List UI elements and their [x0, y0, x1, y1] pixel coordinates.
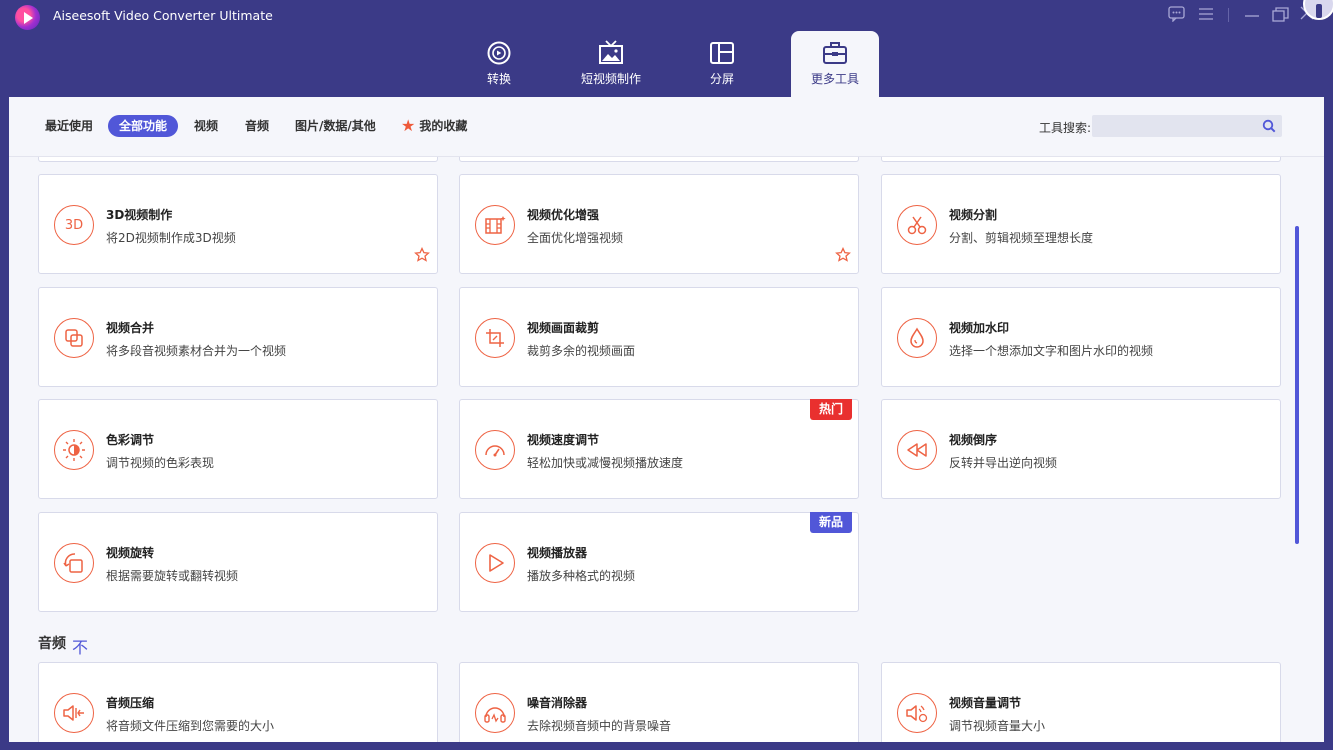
watermark-icon: [897, 318, 937, 358]
search-label: 工具搜索:: [1039, 121, 1092, 135]
filter-video[interactable]: 视频: [183, 115, 229, 137]
tool-card-color-correction[interactable]: 色彩调节 调节视频的色彩表现: [38, 399, 438, 499]
filter-recent[interactable]: 最近使用: [34, 115, 104, 137]
tool-desc: 分割、剪辑视频至理想长度: [949, 231, 1094, 245]
star-icon: ★: [401, 116, 416, 135]
filter-all[interactable]: 全部功能: [108, 115, 179, 137]
tool-title: 视频画面裁剪: [527, 321, 600, 335]
tool-card-video-player[interactable]: 新品 视频播放器 播放多种格式的视频: [459, 512, 859, 612]
hot-badge: 热门: [809, 399, 852, 420]
tool-desc: 调节视频的色彩表现: [106, 456, 215, 470]
tool-card-partial[interactable]: [38, 157, 438, 162]
play-icon: [475, 543, 515, 583]
tab-convert[interactable]: 转换: [455, 31, 543, 97]
filter-bar: 最近使用 全部功能 视频 音频 图片/数据/其他 ★ 我的收藏 工具搜索:: [9, 97, 1324, 157]
filter-favorites-label: 我的收藏: [419, 119, 468, 133]
tool-card-partial[interactable]: [881, 157, 1281, 162]
favorite-star-icon[interactable]: [414, 247, 430, 263]
favorite-star-icon[interactable]: [835, 247, 851, 263]
menu-icon[interactable]: [1198, 7, 1214, 21]
tool-title: 视频加水印: [949, 321, 1010, 335]
tab-mv[interactable]: 短视频制作: [567, 31, 655, 97]
maximize-icon[interactable]: [1272, 7, 1289, 22]
noise-icon: [475, 693, 515, 733]
color-icon: [54, 430, 94, 470]
tab-collage-label: 分屏: [709, 72, 734, 86]
feedback-icon[interactable]: [1168, 6, 1185, 22]
enhance-icon: [475, 205, 515, 245]
tool-desc: 将音频文件压缩到您需要的大小: [106, 719, 275, 733]
crop-icon: [475, 318, 515, 358]
tab-mv-label: 短视频制作: [580, 72, 641, 86]
tool-desc: 裁剪多余的视频画面: [527, 344, 636, 358]
tool-card-video-merger[interactable]: 视频合并 将多段音视频素材合并为一个视频: [38, 287, 438, 387]
tool-title: 视频播放器: [527, 546, 588, 560]
tool-card-video-reverser[interactable]: 视频倒序 反转并导出逆向视频: [881, 399, 1281, 499]
scrollbar-thumb[interactable]: [1295, 226, 1299, 544]
search-input[interactable]: [1092, 115, 1282, 137]
tool-title: 视频旋转: [106, 546, 155, 560]
filter-audio[interactable]: 音频: [234, 115, 280, 137]
collapse-icon[interactable]: 不: [72, 634, 88, 658]
tool-title: 视频速度调节: [527, 433, 600, 447]
tool-title: 视频分割: [949, 208, 998, 222]
window-controls-divider: [1228, 8, 1229, 22]
tool-card-noise-remover[interactable]: 噪音消除器 去除视频音频中的背景噪音: [459, 662, 859, 742]
tool-desc: 选择一个想添加文字和图片水印的视频: [949, 344, 1154, 358]
app-title: Aiseesoft Video Converter Ultimate: [53, 8, 273, 23]
tool-card-speed-controller[interactable]: 热门 视频速度调节 轻松加快或减慢视频播放速度: [459, 399, 859, 499]
tab-toolbox[interactable]: 更多工具: [791, 31, 879, 97]
tool-desc: 轻松加快或减慢视频播放速度: [527, 456, 684, 470]
tool-desc: 去除视频音频中的背景噪音: [527, 719, 672, 733]
tool-desc: 反转并导出逆向视频: [949, 456, 1058, 470]
tool-desc: 将多段音视频素材合并为一个视频: [106, 344, 287, 358]
filter-image-data-other[interactable]: 图片/数据/其他: [284, 115, 387, 137]
audio-compress-icon: [54, 693, 94, 733]
tool-title: 视频倒序: [949, 433, 998, 447]
volume-icon: [897, 693, 937, 733]
tab-toolbox-label: 更多工具: [810, 72, 859, 86]
tool-desc: 将2D视频制作成3D视频: [106, 231, 236, 245]
tool-card-video-trimmer[interactable]: 视频分割 分割、剪辑视频至理想长度: [881, 174, 1281, 274]
tool-card-audio-compressor[interactable]: 音频压缩 将音频文件压缩到您需要的大小: [38, 662, 438, 742]
tool-card-video-enhancer[interactable]: 视频优化增强 全面优化增强视频: [459, 174, 859, 274]
collage-icon: [710, 42, 734, 64]
filter-favorites[interactable]: ★ 我的收藏: [390, 115, 478, 137]
tool-title: 视频优化增强: [527, 208, 600, 222]
tool-card-video-cropper[interactable]: 视频画面裁剪 裁剪多余的视频画面: [459, 287, 859, 387]
convert-icon: [487, 41, 511, 65]
tool-desc: 播放多种格式的视频: [527, 569, 636, 583]
merge-icon: [54, 318, 94, 358]
minimize-icon[interactable]: [1244, 8, 1260, 22]
search-icon[interactable]: [1262, 119, 1276, 133]
tool-title: 色彩调节: [106, 433, 155, 447]
rotate-icon: [54, 543, 94, 583]
tab-convert-label: 转换: [486, 72, 511, 86]
tool-title: 视频音量调节: [949, 696, 1022, 710]
reverse-icon: [897, 430, 937, 470]
new-badge: 新品: [809, 512, 852, 533]
tool-desc: 全面优化增强视频: [527, 231, 624, 245]
tool-desc: 根据需要旋转或翻转视频: [106, 569, 239, 583]
toolbox-panel: 最近使用 全部功能 视频 音频 图片/数据/其他 ★ 我的收藏 工具搜索: 3D …: [9, 97, 1324, 742]
tool-desc: 调节视频音量大小: [949, 719, 1046, 733]
tool-card-volume-booster[interactable]: 视频音量调节 调节视频音量大小: [881, 662, 1281, 742]
tool-card-video-watermark[interactable]: 视频加水印 选择一个想添加文字和图片水印的视频: [881, 287, 1281, 387]
app-logo: [15, 5, 40, 30]
tool-card-3d-maker[interactable]: 3D 3D视频制作 将2D视频制作成3D视频: [38, 174, 438, 274]
section-audio-title: 音频: [38, 636, 66, 652]
scissors-icon: [897, 205, 937, 245]
tool-card-video-rotator[interactable]: 视频旋转 根据需要旋转或翻转视频: [38, 512, 438, 612]
toolbox-icon: [823, 42, 847, 64]
tool-title: 音频压缩: [106, 696, 155, 710]
title-bar: Aiseesoft Video Converter Ultimate 转换 短视…: [0, 0, 1333, 97]
tool-title: 视频合并: [106, 321, 155, 335]
tool-card-partial[interactable]: [459, 157, 859, 162]
mv-icon: [599, 40, 623, 64]
3d-icon: 3D: [54, 205, 94, 245]
tool-title: 噪音消除器: [527, 696, 588, 710]
tab-collage[interactable]: 分屏: [678, 31, 766, 97]
tool-title: 3D视频制作: [106, 208, 173, 222]
speed-icon: [475, 430, 515, 470]
